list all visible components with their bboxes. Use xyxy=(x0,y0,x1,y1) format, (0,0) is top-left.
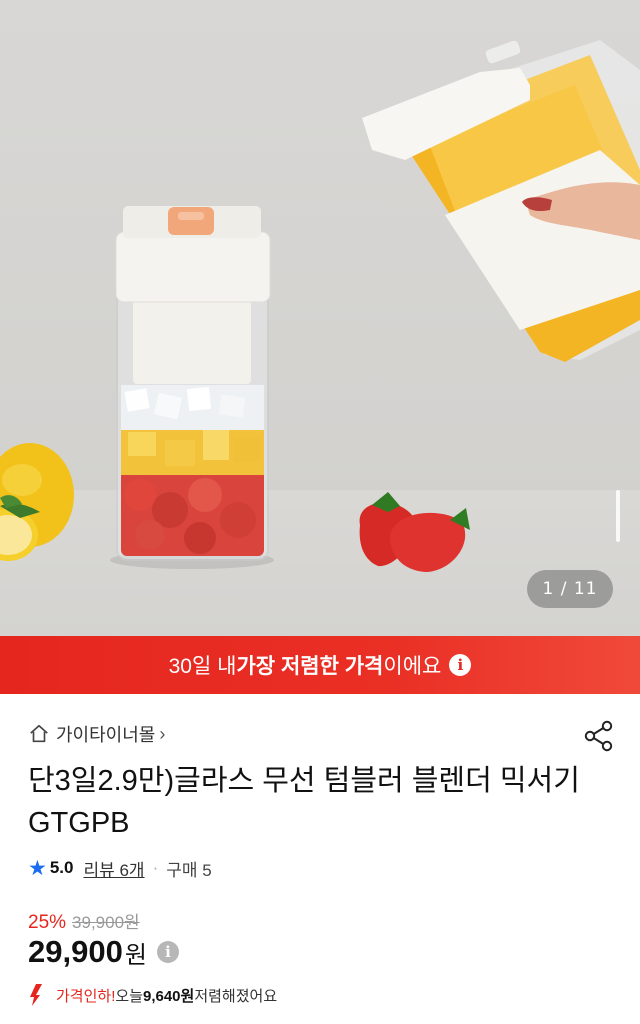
review-count-link[interactable]: 리뷰 6개 xyxy=(83,856,144,881)
portable-blender xyxy=(362,40,640,362)
discount-row: 25% 39,900원 xyxy=(28,908,140,934)
info-icon[interactable]: i xyxy=(449,654,472,676)
price-drop-text-post: 저렴해졌어요 xyxy=(194,987,278,1005)
chevron-right-icon: › xyxy=(159,723,166,744)
price-down-arrow-icon xyxy=(30,984,42,1006)
product-title: 단3일2.9만)글라스 무선 텀블러 블렌더 믹서기 GTGPB xyxy=(28,765,580,839)
price-drop-amount: 9,640원 xyxy=(142,987,195,1005)
store-name: 가이타이너몰 xyxy=(56,725,156,745)
gallery-scroll-indicator xyxy=(616,490,620,542)
lowest-price-banner[interactable]: 30일 내 가장 저렴한 가격 이에요 i xyxy=(0,636,640,694)
image-counter: 1 / 11 xyxy=(527,570,613,608)
price-drop-notice: 가격인하! 오늘 9,640원 저렴해졌어요 xyxy=(28,981,277,1009)
price-drop-label: 가격인하! xyxy=(56,987,116,1005)
share-icon[interactable] xyxy=(583,719,615,753)
star-icon: ★ xyxy=(28,856,47,880)
product-image[interactable]: 1 / 11 xyxy=(0,0,640,636)
price-info-icon[interactable]: i xyxy=(156,941,179,963)
rating-row: ★ 5.0 리뷰 6개 · 구매 5 xyxy=(28,854,212,882)
separator: · xyxy=(152,858,159,877)
banner-text-post: 이에요 xyxy=(383,655,442,678)
price-row: 29,900 원 i xyxy=(28,934,179,970)
product-photo-illustration xyxy=(0,40,640,572)
home-icon xyxy=(30,724,48,743)
sale-price: 29,900 xyxy=(28,934,123,969)
purchase-count: 구매 5 xyxy=(166,860,212,880)
original-price: 39,900원 xyxy=(72,913,140,932)
banner-text-pre: 30일 내 xyxy=(168,655,237,678)
lid-button xyxy=(168,207,214,235)
jar-lid xyxy=(115,231,271,303)
price-drop-text-pre: 오늘 xyxy=(115,987,143,1005)
discount-rate: 25% xyxy=(28,912,67,933)
banner-text-bold: 가장 저렴한 가격 xyxy=(236,655,384,678)
rating-score: 5.0 xyxy=(49,858,74,877)
currency-unit: 원 xyxy=(124,941,147,969)
store-link[interactable]: 가이타이너몰 › xyxy=(28,720,165,748)
